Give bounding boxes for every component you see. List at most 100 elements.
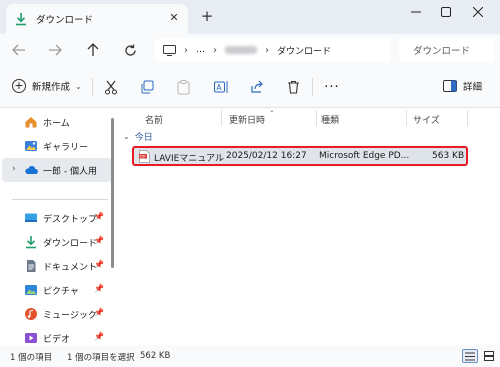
search-input[interactable]: ダウンロード <box>399 38 495 62</box>
file-type: Microsoft Edge PD... <box>319 151 410 161</box>
maximize-icon <box>441 7 451 17</box>
close-window-button[interactable] <box>466 4 490 20</box>
breadcrumb-user-folder[interactable] <box>225 46 257 54</box>
pin-icon[interactable]: 📌 <box>94 260 104 269</box>
breadcrumb-current[interactable]: ダウンロード <box>277 44 331 57</box>
sidebar-item-onedrive[interactable]: › 一郎 - 個人用 <box>2 158 112 182</box>
chevron-down-icon: ⌄ <box>123 132 130 141</box>
minimize-button[interactable] <box>404 4 428 20</box>
tiles-view-button[interactable] <box>481 349 497 363</box>
file-list: 名前 更新日時 ⌄ 種類 サイズ ⌄ 今日 PDF LAVIEマニュアル 202… <box>117 106 500 345</box>
group-header-today[interactable]: ⌄ 今日 <box>123 130 153 143</box>
sidebar-item-downloads[interactable]: ダウンロード 📌 <box>0 230 112 254</box>
list-view-icon <box>465 352 475 360</box>
toolbar-divider <box>92 78 93 96</box>
file-size: 563 KB <box>432 151 465 161</box>
arrow-up-icon <box>87 43 99 56</box>
more-options-icon[interactable]: ··· <box>323 78 341 96</box>
sidebar-item-label: ギャラリー <box>43 143 89 153</box>
rename-button[interactable]: A <box>212 78 230 96</box>
cut-button[interactable] <box>102 78 120 96</box>
up-button[interactable] <box>84 41 102 59</box>
details-view-button[interactable] <box>462 349 478 363</box>
column-divider[interactable] <box>316 110 317 126</box>
column-divider[interactable] <box>406 110 407 126</box>
pin-icon[interactable]: 📌 <box>94 236 104 245</box>
breadcrumb-overflow[interactable]: … <box>196 45 205 55</box>
pin-icon[interactable]: 📌 <box>94 284 104 293</box>
share-button[interactable] <box>248 78 266 96</box>
column-header-name[interactable]: 名前 <box>145 113 163 126</box>
back-button[interactable] <box>10 41 28 59</box>
column-divider[interactable] <box>221 110 222 126</box>
plus-icon: + <box>12 79 26 93</box>
new-button-label: 新規作成 <box>32 82 71 93</box>
file-date: 2025/02/12 16:27 <box>226 151 307 161</box>
sort-descending-icon: ⌄ <box>269 106 275 114</box>
rename-icon: A <box>213 81 227 93</box>
sidebar-item-documents[interactable]: ドキュメント 📌 <box>0 254 112 278</box>
music-icon <box>25 308 37 320</box>
scissors-icon <box>105 80 117 94</box>
chevron-right-icon[interactable]: › <box>12 164 16 174</box>
address-bar[interactable]: › … › › ダウンロード <box>155 38 391 62</box>
toolbar-divider <box>312 78 313 96</box>
delete-button[interactable] <box>284 78 302 96</box>
chevron-right-icon: › <box>265 44 269 56</box>
video-icon <box>25 333 37 343</box>
close-tab-icon[interactable]: ✕ <box>168 12 180 24</box>
sidebar-item-label: ミュージック <box>43 311 97 321</box>
tab-downloads[interactable]: ダウンロード ✕ <box>6 4 188 34</box>
pdf-file-icon: PDF <box>139 150 150 163</box>
copy-button[interactable] <box>138 78 156 96</box>
minimize-icon <box>411 11 421 13</box>
column-header-date[interactable]: 更新日時 <box>229 113 265 126</box>
sidebar-item-label: ダウンロード <box>43 239 98 249</box>
tiles-view-icon <box>484 351 494 361</box>
column-divider[interactable] <box>467 110 468 126</box>
details-pane-icon <box>443 80 457 92</box>
sidebar-item-home[interactable]: ホーム <box>0 110 112 134</box>
arrow-left-icon <box>12 44 25 56</box>
pin-icon[interactable]: 📌 <box>94 212 104 221</box>
forward-button[interactable] <box>46 41 64 59</box>
new-button[interactable]: + 新規作成 ⌄ <box>12 79 82 93</box>
table-row[interactable]: PDF LAVIEマニュアル 2025/02/12 16:27 Microsof… <box>132 146 468 166</box>
download-icon <box>16 13 26 26</box>
maximize-button[interactable] <box>434 4 458 20</box>
svg-text:A: A <box>216 83 222 92</box>
refresh-icon <box>124 44 136 56</box>
documents-icon <box>27 260 36 272</box>
sidebar-item-label: ビデオ <box>43 335 71 345</box>
paste-button[interactable] <box>174 78 192 96</box>
pin-icon[interactable]: 📌 <box>94 308 104 317</box>
sidebar-item-desktop[interactable]: デスクトップ 📌 <box>0 206 112 230</box>
close-icon <box>473 7 483 17</box>
search-placeholder: ダウンロード <box>413 46 471 57</box>
column-header-size[interactable]: サイズ <box>413 113 440 126</box>
computer-icon <box>163 44 176 56</box>
sidebar-scrollbar[interactable] <box>111 118 114 268</box>
file-name: LAVIEマニュアル <box>154 154 225 164</box>
desktop-icon <box>25 213 37 222</box>
svg-text:PDF: PDF <box>140 155 147 159</box>
item-count: 1 個の項目 <box>10 353 53 363</box>
new-tab-button[interactable]: + <box>200 9 214 24</box>
group-label: 今日 <box>134 133 153 143</box>
sidebar-item-label: ピクチャ <box>43 287 79 297</box>
pin-icon[interactable]: 📌 <box>94 332 104 341</box>
details-pane-button[interactable]: 詳細 <box>443 79 482 93</box>
copy-icon <box>141 80 154 94</box>
sidebar-divider <box>12 199 108 200</box>
column-header-type[interactable]: 種類 <box>321 113 339 126</box>
command-bar: + 新規作成 ⌄ A ··· 詳細 <box>0 66 500 108</box>
chevron-down-icon: ⌄ <box>75 81 82 91</box>
share-icon <box>251 80 263 93</box>
gallery-icon <box>25 141 37 151</box>
refresh-button[interactable] <box>121 41 139 59</box>
sidebar-item-pictures[interactable]: ピクチャ 📌 <box>0 278 112 302</box>
tab-title: ダウンロード <box>36 15 94 26</box>
sidebar-item-music[interactable]: ミュージック 📌 <box>0 302 112 326</box>
sidebar-item-label: ドキュメント <box>43 263 98 273</box>
sidebar-item-gallery[interactable]: ギャラリー <box>0 134 112 158</box>
